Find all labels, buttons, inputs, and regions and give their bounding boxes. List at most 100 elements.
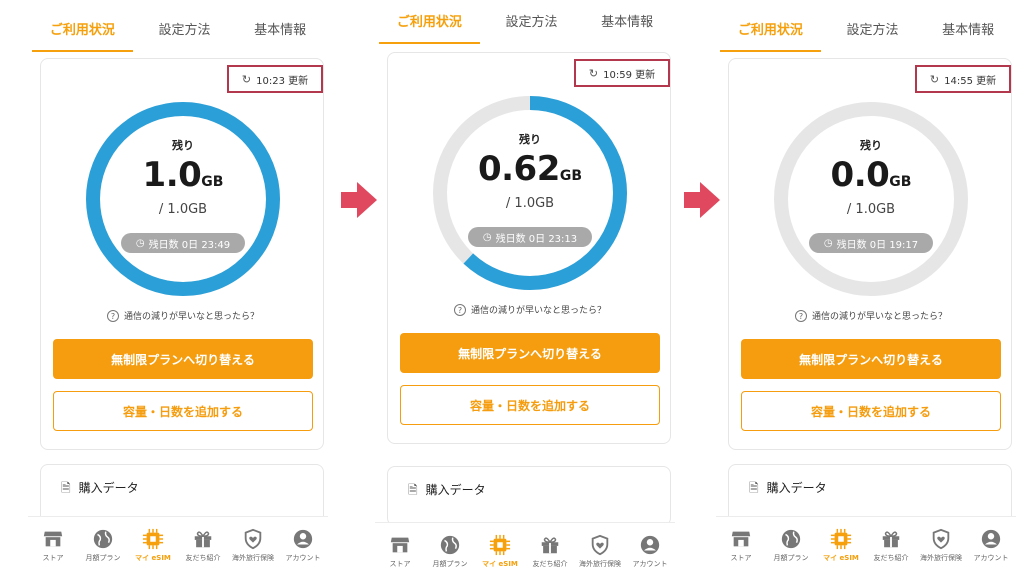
gift-icon bbox=[192, 528, 214, 550]
total-capacity: / 1.0GB bbox=[846, 202, 896, 217]
clock-icon: ◷ bbox=[482, 231, 492, 243]
purchase-data-section[interactable]: 🗎 購入データ bbox=[40, 464, 324, 524]
days-left-badge: ◷ 残日数 0日 23:13 bbox=[468, 227, 592, 247]
clock-icon: ◷ bbox=[823, 237, 833, 249]
nav-item-shield-heart[interactable]: 海外旅行保険 bbox=[229, 528, 277, 563]
usage-ring: 残り 1.0GB / 1.0GB ◷ 残日数 0日 23:49 bbox=[83, 99, 283, 299]
hint-text: 通信の減りが早いなと思ったら？ bbox=[123, 312, 259, 322]
tab-setup[interactable]: 設定方法 bbox=[146, 11, 222, 46]
globe-icon bbox=[92, 528, 114, 550]
nav-label: 友だち紹介 bbox=[873, 554, 909, 562]
switch-unlimited-button[interactable]: 無制限プランへ切り替える bbox=[400, 333, 660, 373]
globe-icon bbox=[439, 534, 461, 556]
document-icon: 🗎 bbox=[408, 483, 418, 497]
update-indicator[interactable]: ↻ 10:59 更新 bbox=[574, 59, 670, 87]
nav-item-globe[interactable]: 月額プラン bbox=[79, 528, 127, 563]
nav-item-store[interactable]: ストア bbox=[376, 534, 424, 569]
tab-usage[interactable]: ご利用状況 bbox=[31, 11, 133, 52]
usage-hint-link[interactable]: ? 通信の減りが早いなと思ったら？ bbox=[41, 309, 325, 322]
remaining-unit: GB bbox=[889, 174, 912, 190]
update-time: 10:23 更新 bbox=[256, 75, 309, 87]
switch-unlimited-button[interactable]: 無制限プランへ切り替える bbox=[53, 339, 313, 379]
nav-item-globe[interactable]: 月額プラン bbox=[426, 534, 474, 569]
tab-basic-info[interactable]: 基本情報 bbox=[589, 3, 665, 38]
bottom-nav: ストア 月額プラン マイ eSIM 友だち紹介 海外旅行保険 アカウント bbox=[716, 516, 1016, 574]
gift-icon bbox=[539, 534, 561, 556]
nav-label: ストア bbox=[730, 554, 752, 562]
remaining-value: 0.0 bbox=[830, 155, 890, 195]
refresh-icon: ↻ bbox=[929, 72, 940, 86]
nav-label: 月額プラン bbox=[85, 554, 121, 562]
days-left-text: 残日数 0日 23:13 bbox=[495, 233, 578, 245]
remaining-unit: GB bbox=[559, 168, 583, 184]
chip-icon bbox=[489, 534, 511, 556]
store-icon bbox=[730, 528, 752, 550]
usage-card: ↻ 10:23 更新 残り 1.0GB / 1.0GB ◷ 残日数 0日 23:… bbox=[40, 58, 324, 450]
update-time: 14:55 更新 bbox=[944, 75, 997, 87]
arrow-right-icon bbox=[341, 182, 377, 218]
nav-item-gift[interactable]: 友だち紹介 bbox=[179, 528, 227, 563]
chip-icon bbox=[142, 528, 164, 550]
nav-item-chip[interactable]: マイ eSIM bbox=[129, 528, 177, 563]
usage-hint-link[interactable]: ? 通信の減りが早いなと思ったら？ bbox=[729, 309, 1013, 322]
nav-label: ストア bbox=[42, 554, 64, 562]
globe-icon bbox=[780, 528, 802, 550]
nav-item-account[interactable]: アカウント bbox=[626, 534, 674, 569]
nav-label: アカウント bbox=[973, 554, 1009, 562]
screen-1: ご利用状況 設定方法 基本情報 ↻ 10:23 更新 残り 1.0GB / 1.… bbox=[28, 0, 328, 576]
tab-basic-info[interactable]: 基本情報 bbox=[930, 11, 1006, 46]
screen-2: ご利用状況 設定方法 基本情報 ↻ 10:59 更新 残り 0.62GB / 1… bbox=[375, 0, 675, 576]
add-capacity-button[interactable]: 容量・日数を追加する bbox=[400, 385, 660, 425]
nav-item-store[interactable]: ストア bbox=[29, 528, 77, 563]
nav-item-store[interactable]: ストア bbox=[717, 528, 765, 563]
store-icon bbox=[42, 528, 64, 550]
hint-text: 通信の減りが早いなと思ったら？ bbox=[811, 312, 947, 322]
update-indicator[interactable]: ↻ 10:23 更新 bbox=[227, 65, 323, 93]
hint-text: 通信の減りが早いなと思ったら？ bbox=[470, 306, 606, 316]
tab-usage[interactable]: ご利用状況 bbox=[378, 3, 480, 44]
purchase-data-section[interactable]: 🗎 購入データ bbox=[728, 464, 1012, 524]
question-icon: ? bbox=[106, 309, 119, 322]
nav-item-account[interactable]: アカウント bbox=[967, 528, 1015, 563]
tab-basic-info[interactable]: 基本情報 bbox=[242, 11, 318, 46]
add-capacity-button[interactable]: 容量・日数を追加する bbox=[741, 391, 1001, 431]
nav-label: アカウント bbox=[632, 560, 668, 568]
remaining-value: 0.62 bbox=[477, 149, 560, 189]
document-icon: 🗎 bbox=[749, 481, 759, 495]
usage-ring: 残り 0.0GB / 1.0GB ◷ 残日数 0日 19:17 bbox=[771, 99, 971, 299]
tab-setup[interactable]: 設定方法 bbox=[834, 11, 910, 46]
nav-item-globe[interactable]: 月額プラン bbox=[767, 528, 815, 563]
chip-icon bbox=[830, 528, 852, 550]
days-left-text: 残日数 0日 23:49 bbox=[148, 239, 231, 251]
add-capacity-button[interactable]: 容量・日数を追加する bbox=[53, 391, 313, 431]
usage-card: ↻ 14:55 更新 残り 0.0GB / 1.0GB ◷ 残日数 0日 19:… bbox=[728, 58, 1012, 450]
purchase-title: 購入データ bbox=[425, 483, 486, 497]
nav-label: 友だち紹介 bbox=[532, 560, 568, 568]
tab-setup[interactable]: 設定方法 bbox=[493, 3, 569, 38]
purchase-data-section[interactable]: 🗎 購入データ bbox=[387, 466, 671, 526]
nav-label: マイ eSIM bbox=[482, 560, 518, 568]
arrow-right-icon bbox=[684, 182, 720, 218]
nav-item-chip[interactable]: マイ eSIM bbox=[476, 534, 524, 569]
switch-unlimited-button[interactable]: 無制限プランへ切り替える bbox=[741, 339, 1001, 379]
question-icon: ? bbox=[453, 303, 466, 316]
update-indicator[interactable]: ↻ 14:55 更新 bbox=[915, 65, 1011, 93]
screen-3: ご利用状況 設定方法 基本情報 ↻ 14:55 更新 残り 0.0GB / 1.… bbox=[716, 0, 1016, 576]
nav-label: アカウント bbox=[285, 554, 321, 562]
account-icon bbox=[292, 528, 314, 550]
purchase-title: 購入データ bbox=[78, 481, 139, 495]
nav-label: 友だち紹介 bbox=[185, 554, 221, 562]
update-time: 10:59 更新 bbox=[603, 69, 656, 81]
nav-item-chip[interactable]: マイ eSIM bbox=[817, 528, 865, 563]
usage-hint-link[interactable]: ? 通信の減りが早いなと思ったら？ bbox=[388, 303, 672, 316]
remaining-amount: 0.62GB bbox=[430, 149, 630, 189]
remaining-label: 残り bbox=[860, 139, 882, 152]
nav-item-gift[interactable]: 友だち紹介 bbox=[867, 528, 915, 563]
nav-item-gift[interactable]: 友だち紹介 bbox=[526, 534, 574, 569]
nav-item-shield-heart[interactable]: 海外旅行保険 bbox=[917, 528, 965, 563]
tab-usage[interactable]: ご利用状況 bbox=[719, 11, 821, 52]
purchase-title: 購入データ bbox=[766, 481, 827, 495]
days-left-badge: ◷ 残日数 0日 23:49 bbox=[121, 233, 245, 253]
nav-item-account[interactable]: アカウント bbox=[279, 528, 327, 563]
nav-item-shield-heart[interactable]: 海外旅行保険 bbox=[576, 534, 624, 569]
